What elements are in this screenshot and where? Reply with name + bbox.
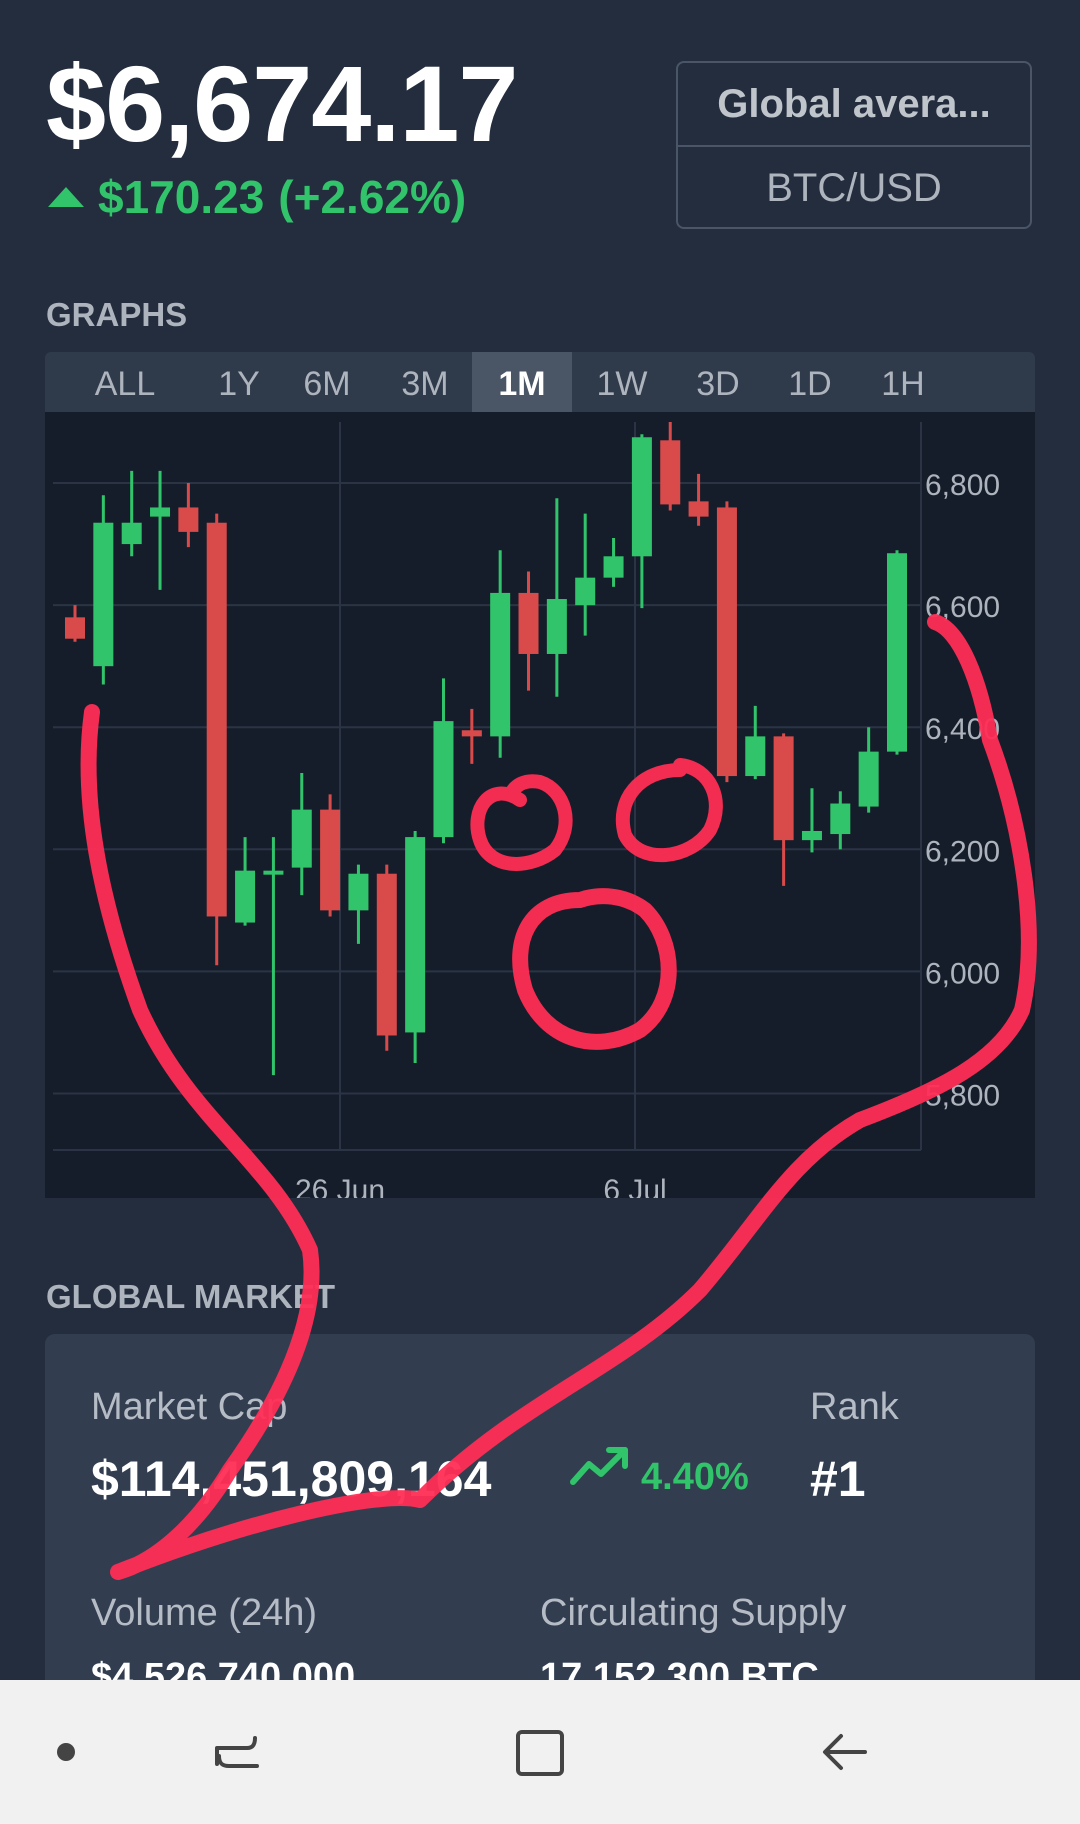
recent-apps-icon[interactable]	[192, 1680, 282, 1824]
supply-label: Circulating Supply	[540, 1592, 847, 1634]
market-cap-label: Market Cap	[91, 1386, 288, 1428]
exchange-select[interactable]: Global avera...	[678, 63, 1030, 147]
candle-body	[178, 507, 199, 532]
candle-body	[830, 803, 851, 835]
candle-body	[858, 751, 879, 807]
x-tick-label: 26 Jun	[295, 1174, 385, 1198]
candle-body	[518, 592, 539, 654]
price-value: $6,674.17	[46, 43, 518, 164]
graphs-title: GRAPHS	[46, 296, 188, 333]
market-selector[interactable]: Global avera... BTC/USD	[676, 61, 1032, 229]
change-percent: (+2.62%)	[278, 171, 467, 223]
candle-body	[291, 809, 312, 868]
tab-3d[interactable]: 3D	[682, 352, 754, 412]
tab-1m[interactable]: 1M	[472, 352, 572, 412]
candle-body	[801, 830, 822, 841]
global-market-title: GLOBAL MARKET	[46, 1278, 336, 1315]
candle-body	[263, 870, 284, 875]
triangle-up-icon	[48, 187, 84, 207]
tab-1w[interactable]: 1W	[586, 352, 658, 412]
candle-body	[376, 873, 397, 1036]
candle-body	[65, 617, 85, 639]
candle-body	[121, 522, 142, 545]
candle-body	[461, 730, 482, 737]
candle-body	[745, 736, 766, 777]
market-cap-change: 4.40%	[641, 1456, 749, 1498]
tab-1h[interactable]: 1H	[867, 352, 939, 412]
candle-body	[433, 721, 454, 838]
y-tick-label: 6,600	[925, 591, 1000, 624]
candle-body	[631, 437, 652, 557]
system-navigation-bar	[0, 1680, 1080, 1824]
candle-body	[603, 556, 624, 578]
candle-body	[490, 592, 511, 737]
candle-body	[320, 809, 341, 911]
candle-body	[660, 440, 681, 505]
candle-body	[716, 507, 737, 777]
candle-body	[93, 522, 114, 667]
pair-select[interactable]: BTC/USD	[678, 147, 1030, 229]
market-cap-value: $114,451,809,164	[91, 1451, 492, 1507]
rank-value: #1	[810, 1451, 866, 1507]
tab-3m[interactable]: 3M	[389, 352, 461, 412]
timeframe-tabs: ALL 1Y 6M 3M 1M 1W 3D 1D 1H	[45, 352, 1035, 412]
volume-label: Volume (24h)	[91, 1592, 318, 1634]
rank-label: Rank	[810, 1386, 899, 1428]
price-change: $170.23 (+2.62%)	[46, 170, 466, 224]
candle-body	[150, 507, 171, 517]
candle-body	[688, 501, 709, 517]
y-tick-label: 6,200	[925, 835, 1000, 868]
tab-1y[interactable]: 1Y	[203, 352, 275, 412]
change-amount: $170.23	[98, 171, 265, 223]
y-tick-label: 5,800	[925, 1079, 1000, 1112]
candle-body	[206, 522, 227, 917]
candle-body	[575, 577, 596, 606]
back-icon[interactable]	[800, 1680, 890, 1824]
candlestick-chart[interactable]: 5,800 6,000 6,200 6,400 6,600 6,800 26 Jun 6 Ju…	[45, 412, 1035, 1198]
trend-up-icon	[570, 1447, 628, 1485]
dot-icon[interactable]	[30, 1680, 102, 1824]
candle-body	[773, 736, 794, 841]
tab-6m[interactable]: 6M	[291, 352, 363, 412]
tab-1d[interactable]: 1D	[774, 352, 846, 412]
y-tick-label: 6,000	[925, 957, 1000, 990]
y-tick-label: 6,800	[925, 469, 1000, 502]
y-tick-label: 6,400	[925, 713, 1000, 746]
candle-body	[348, 873, 369, 911]
candle-body	[546, 599, 567, 654]
x-tick-label: 6 Jul	[603, 1174, 666, 1198]
price-chart[interactable]: 5,800 6,000 6,200 6,400 6,600 6,800 26 Jun 6 Ju…	[45, 412, 1035, 1198]
candle-body	[235, 870, 256, 923]
tab-all[interactable]: ALL	[87, 352, 163, 412]
candle-body	[887, 553, 907, 752]
home-icon[interactable]	[495, 1680, 585, 1824]
candle-body	[405, 837, 426, 1033]
